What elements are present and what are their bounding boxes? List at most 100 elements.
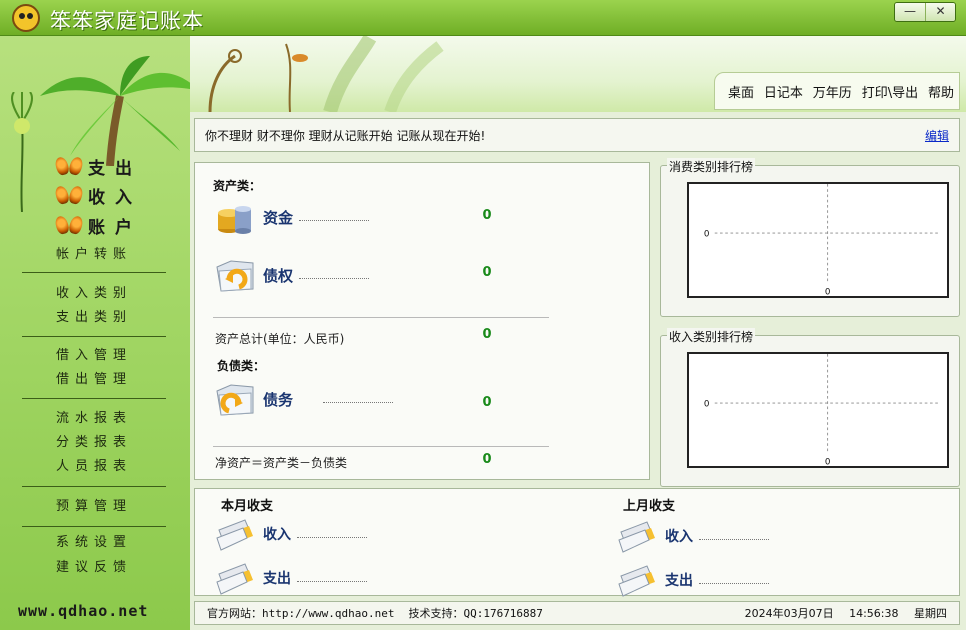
leader-dots: [299, 213, 370, 221]
assets-total-value: 0: [482, 327, 492, 342]
website-url[interactable]: http://www.qdhao.net: [262, 607, 394, 620]
leader-dots: [297, 574, 367, 582]
leader-dots: [299, 271, 370, 279]
nav-print-export[interactable]: 打印\导出: [862, 82, 918, 101]
net-assets-label: 净资产＝资产类－负债类: [215, 456, 348, 470]
asset-funds-value: 0: [482, 208, 492, 223]
slogan-text: 你不理财 财不理你 理财从记账开始 记账从现在开始!: [205, 128, 486, 143]
assets-panel: 资产类： 资金 0 债权 0 资产总计(单位：人民币) 0 负债类： 债务 0 …: [194, 162, 650, 480]
sidebar-item-budget[interactable]: 预算管理: [22, 496, 166, 518]
last-month-income-label: 收入: [665, 529, 693, 545]
nav-calendar[interactable]: 万年历: [813, 82, 852, 101]
sidebar-item-expense-category[interactable]: 支出类别: [22, 307, 166, 329]
this-month-expense-label: 支出: [263, 571, 291, 587]
butterfly-icon: [56, 157, 82, 175]
asset-receivables-row[interactable]: 债权: [215, 255, 505, 295]
slogan-bar: 你不理财 财不理你 理财从记账开始 记账从现在开始! 编辑: [194, 118, 960, 152]
leader-dots: [699, 576, 769, 584]
net-assets-value: 0: [482, 452, 492, 467]
wallet-icon: [618, 565, 655, 597]
last-month-income-row[interactable]: 收入: [617, 519, 797, 553]
folder-arrow-icon: [216, 384, 254, 416]
sidebar-account[interactable]: 账户: [56, 211, 166, 239]
website-label: 官方网站：: [207, 607, 262, 620]
sidebar-item-lend-out[interactable]: 借出管理: [22, 369, 166, 391]
expense-ranking-title: 消费类别排行榜: [667, 158, 756, 175]
chart-y-tick-label: 0: [704, 230, 710, 240]
this-month-expense-row[interactable]: 支出: [215, 561, 395, 595]
this-month-income-label: 收入: [263, 527, 291, 543]
status-right: 2024年03月07日 14:56:38 星期四: [733, 605, 947, 621]
sidebar-item-flow-report[interactable]: 流水报表: [22, 408, 166, 430]
this-month-income-row[interactable]: 收入: [215, 517, 395, 551]
asset-receivables-name: 债权: [263, 266, 294, 285]
nav-help[interactable]: 帮助: [928, 82, 954, 101]
sidebar-item-feedback[interactable]: 建议反馈: [22, 557, 166, 579]
sidebar-income[interactable]: 收入: [56, 181, 166, 209]
sidebar-item-member-report[interactable]: 人员报表: [22, 456, 166, 478]
income-ranking-panel: 收入类别排行榜 00: [660, 328, 960, 487]
status-weekday: 星期四: [914, 607, 947, 620]
assets-section-title: 资产类：: [213, 179, 262, 193]
status-time: 14:56:38: [849, 607, 899, 620]
liabilities-section-title: 负债类：: [217, 359, 266, 373]
last-month-expense-row[interactable]: 支出: [617, 563, 797, 597]
folder-arrow-icon: [216, 260, 254, 292]
leader-dots: [699, 532, 769, 540]
liability-debt-value: 0: [482, 395, 492, 410]
liability-debt-row[interactable]: 债务: [215, 379, 505, 419]
sidebar-divider: [22, 486, 166, 487]
chart-y-tick-label: 0: [704, 400, 710, 410]
sidebar-item-income-category[interactable]: 收入类别: [22, 283, 166, 305]
palm-tree-decoration-icon: [40, 56, 200, 166]
close-button[interactable]: ✕: [925, 3, 955, 21]
minimize-button[interactable]: —: [895, 3, 925, 21]
assets-total-label: 资产总计(单位：人民币): [215, 332, 345, 346]
sidebar-item-account-transfer[interactable]: 帐户转账: [22, 244, 166, 266]
sidebar-expense-label: 支出: [88, 158, 142, 179]
divider: [213, 446, 549, 447]
butterfly-icon: [56, 186, 82, 204]
site-url: www.qdhao.net: [18, 602, 149, 620]
nav-desktop[interactable]: 桌面: [728, 82, 754, 101]
last-month-expense-label: 支出: [665, 573, 693, 589]
expense-ranking-panel: 消费类别排行榜 00: [660, 158, 960, 317]
top-nav: 桌面 日记本 万年历 打印\导出 帮助: [714, 72, 960, 110]
app-logo-icon: [12, 4, 40, 32]
asset-funds-row[interactable]: 资金: [215, 197, 505, 237]
income-ranking-title: 收入类别排行榜: [667, 328, 756, 345]
status-bar: 官方网站：http://www.qdhao.net 技术支持：QQ:176716…: [194, 601, 960, 625]
vine-decoration-icon: [208, 36, 444, 112]
asset-receivables-value: 0: [482, 265, 492, 280]
wallet-icon: [216, 563, 253, 595]
app-title: 笨笨家庭记账本: [50, 9, 204, 33]
status-date: 2024年03月07日: [744, 607, 834, 620]
coins-icon: [218, 206, 251, 234]
chart-x-tick-label: 0: [825, 457, 831, 467]
sidebar-divider: [22, 272, 166, 273]
chart-x-tick-label: 0: [825, 287, 831, 297]
nav-diary[interactable]: 日记本: [764, 82, 803, 101]
wallet-icon: [216, 519, 253, 551]
last-month-title: 上月收支: [623, 499, 676, 514]
flower-decoration-icon: [11, 92, 33, 212]
sidebar-item-borrow-in[interactable]: 借入管理: [22, 345, 166, 367]
leader-dots: [323, 395, 394, 403]
wallet-icon: [618, 521, 655, 553]
sidebar-item-settings[interactable]: 系统设置: [22, 532, 166, 554]
banner: 桌面 日记本 万年历 打印\导出 帮助: [190, 36, 966, 112]
expense-ranking-chart: 00: [687, 182, 949, 298]
edit-link[interactable]: 编辑: [925, 127, 949, 144]
monthly-panel: 本月收支 上月收支 收入 支出 收入 支出: [194, 488, 960, 597]
divider: [213, 317, 549, 318]
income-ranking-chart: 00: [687, 352, 949, 468]
sidebar-expense[interactable]: 支出: [56, 152, 166, 180]
sidebar-income-label: 收入: [88, 187, 142, 208]
title-bar: 笨笨家庭记账本 — ✕: [0, 0, 966, 36]
this-month-title: 本月收支: [221, 499, 274, 514]
status-left: 官方网站：http://www.qdhao.net 技术支持：QQ:176716…: [207, 605, 733, 621]
sidebar-divider: [22, 526, 166, 527]
sidebar-item-category-report[interactable]: 分类报表: [22, 432, 166, 454]
liability-debt-name: 债务: [263, 390, 294, 409]
sidebar-account-label: 账户: [88, 217, 142, 238]
